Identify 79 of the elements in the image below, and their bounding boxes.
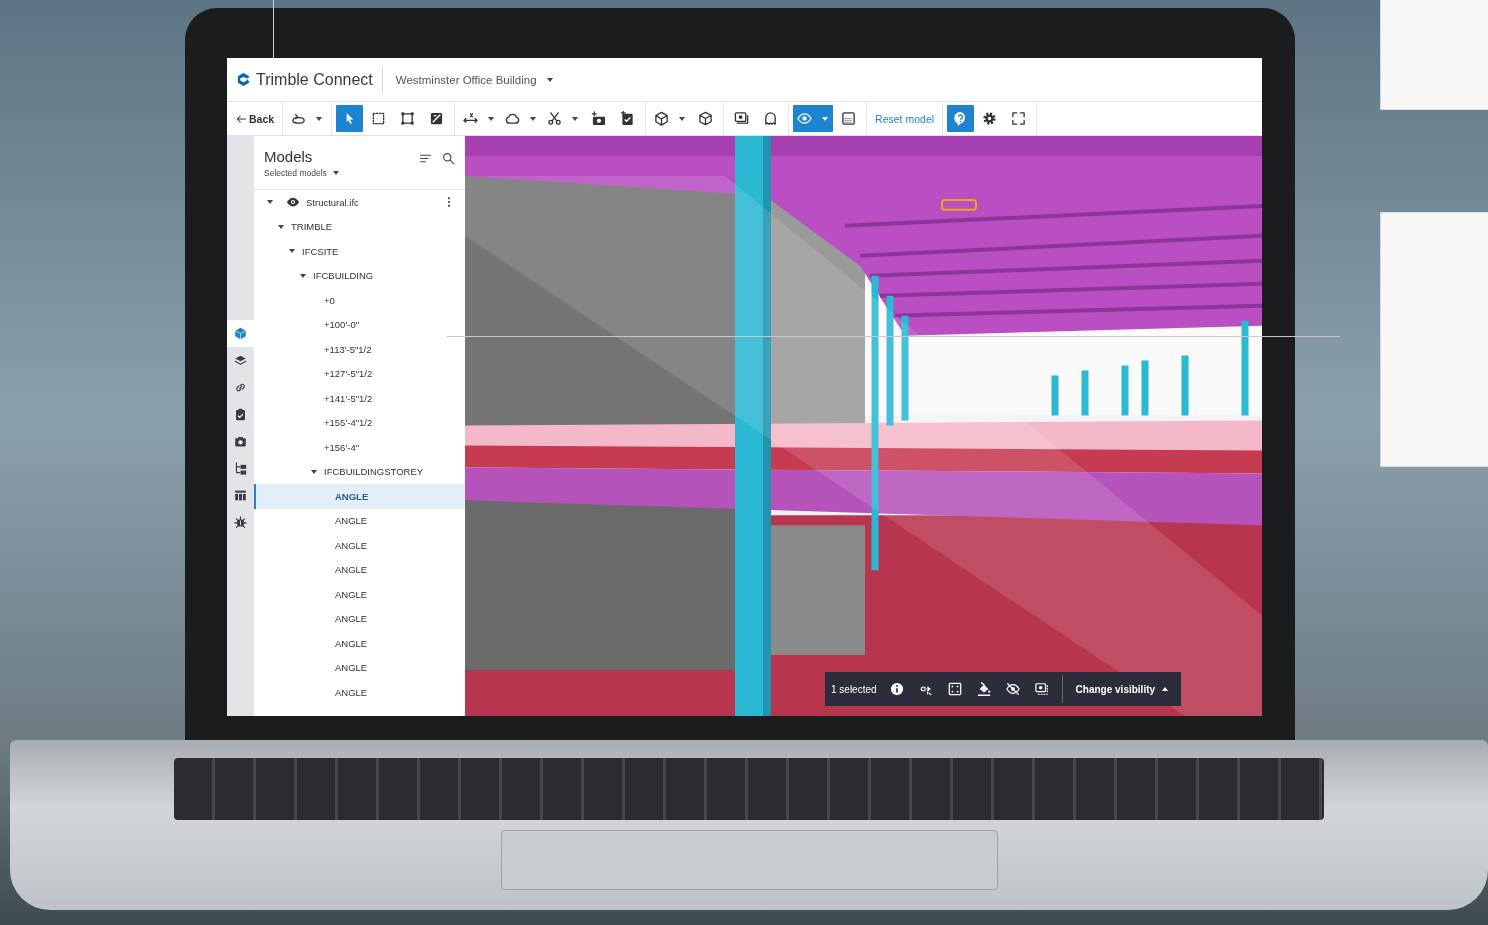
caret-icon <box>277 222 285 231</box>
text-button[interactable]: Back <box>231 105 279 132</box>
panel-title: Models <box>264 148 314 165</box>
project-dropdown[interactable]: Westminster Office Building <box>391 71 558 88</box>
tree-item[interactable]: TRIMBLE <box>254 214 465 239</box>
cube-icon <box>234 327 247 340</box>
tree-item[interactable]: +155'-4"1/2 <box>254 410 465 435</box>
filter-dropdown[interactable]: Selected models <box>264 168 340 178</box>
caret-icon <box>571 114 580 123</box>
tree-item[interactable]: IFCBUILDING <box>254 263 465 288</box>
tree-item[interactable]: +100'-0" <box>254 312 465 337</box>
clipboard-check-icon <box>620 111 636 126</box>
dashed-rectangle-icon <box>371 111 387 126</box>
bug-icon <box>234 516 247 529</box>
tree-item[interactable]: IFCBUILDINGSTOREY <box>254 459 465 484</box>
arrow-left-icon <box>235 112 247 125</box>
info-icon <box>889 682 904 696</box>
text-button[interactable]: Reset model <box>871 105 939 132</box>
tree-item[interactable]: ANGLE <box>254 533 465 558</box>
paint-bucket-icon <box>976 682 991 696</box>
folder-tree-icon <box>234 462 247 475</box>
caret-icon <box>331 169 340 177</box>
focus-frame-icon <box>947 682 962 696</box>
tree-item[interactable]: ANGLE <box>254 508 465 533</box>
leader-line <box>273 0 274 58</box>
frame-icon <box>400 111 416 126</box>
caret-icon <box>545 75 554 84</box>
search-button[interactable] <box>442 152 455 165</box>
eye-off-icon <box>1005 682 1020 696</box>
camera-icon <box>234 435 247 448</box>
tree-item[interactable]: ANGLE <box>254 680 465 705</box>
tree-item[interactable]: ANGLE <box>254 606 465 631</box>
tree-item[interactable]: +156'-4" <box>254 435 465 460</box>
caret-icon <box>529 114 538 123</box>
square-slash-icon <box>429 111 445 126</box>
cube-icon <box>654 111 670 126</box>
table-icon <box>234 489 247 502</box>
grid-texture-icon <box>841 111 857 126</box>
tree-item[interactable]: Structural.ifc <box>254 190 465 215</box>
logo-icon <box>236 72 251 87</box>
sort-button[interactable] <box>419 152 432 165</box>
caret-icon <box>678 114 687 123</box>
tree-item[interactable]: +141'-5"1/2 <box>254 386 465 411</box>
tree-item[interactable]: +113'-5"1/2 <box>254 337 465 362</box>
clipboard-check-icon <box>234 408 247 421</box>
cloud-icon <box>505 111 521 126</box>
selection-count: 1 selected <box>831 683 877 695</box>
screen-icon <box>1034 682 1049 696</box>
caret-icon <box>315 114 324 123</box>
visibility-button[interactable]: Change visibility <box>1069 679 1176 699</box>
tree-item[interactable]: ANGLE <box>254 582 465 607</box>
ghost-icon <box>763 111 779 126</box>
caret-icon <box>821 114 830 123</box>
link-icon <box>234 381 247 394</box>
orbit-icon <box>291 111 307 126</box>
tree-item[interactable]: +127'-5"1/2 <box>254 361 465 386</box>
sort-icon <box>419 152 432 165</box>
rail-button[interactable] <box>227 320 254 347</box>
tree-item[interactable]: IFCSITE <box>254 239 465 264</box>
settings-icon <box>982 111 998 126</box>
caret-icon <box>310 467 318 476</box>
eye-icon <box>797 111 813 126</box>
scissors-icon <box>547 111 563 126</box>
camera-plus-icon <box>591 111 607 126</box>
tree-item[interactable]: ANGLE <box>254 484 465 509</box>
caret-icon <box>487 114 496 123</box>
cube-outline-icon <box>698 111 714 126</box>
tree-item[interactable]: ANGLE <box>254 655 465 680</box>
fullscreen-icon <box>1011 111 1027 126</box>
layers-icon <box>234 354 247 367</box>
tree-item[interactable]: +0 <box>254 288 465 313</box>
search-icon <box>442 152 455 165</box>
measure-icon <box>463 111 479 126</box>
caret-icon <box>299 271 307 280</box>
tree-item[interactable]: ANGLE <box>254 557 465 582</box>
caret-icon <box>1161 685 1170 693</box>
tree-item[interactable]: ANGLE <box>254 631 465 656</box>
stacked-screens-icon <box>734 111 750 126</box>
app-title: Trimble Connect <box>256 70 373 89</box>
